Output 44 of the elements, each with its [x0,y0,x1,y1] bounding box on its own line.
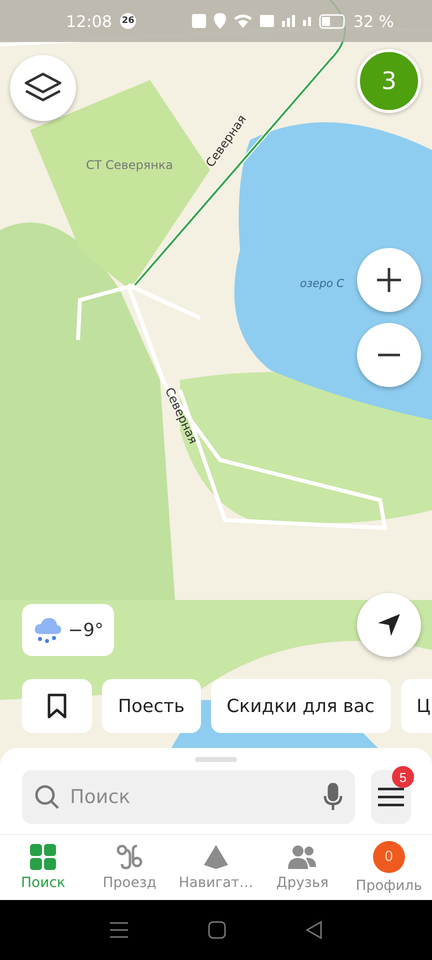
area-label: СТ Северянка [86,158,174,172]
temperature: −9° [68,620,104,640]
category-chip[interactable]: Ц [400,679,432,733]
sheet-handle[interactable] [195,757,237,762]
home-icon[interactable] [208,921,226,939]
notification-count: 26 [120,13,136,29]
search-input[interactable]: Поиск [68,785,315,809]
weather-widget[interactable]: −9° [22,604,114,656]
nav-tab[interactable]: Проезд [86,835,173,900]
search-icon [34,784,60,810]
notification-badge: 5 [392,766,414,788]
search-field[interactable]: Поиск [22,770,355,824]
plus-icon [376,267,402,293]
volte-icon [260,15,274,27]
category-chip[interactable]: Скидки для вас [210,679,391,733]
lake-label: озеро С [300,277,344,290]
battery-icon [319,14,346,28]
bookmarks-button[interactable] [22,679,92,733]
route-icon [116,844,144,870]
layers-icon [24,72,62,104]
back-icon[interactable] [306,921,322,939]
wifi-icon [234,13,252,29]
signal-icon [303,16,312,26]
menu-icon[interactable] [110,922,128,938]
location-pin-icon [214,13,226,29]
grid-icon [30,844,56,870]
nav-tab[interactable]: Поиск [0,835,86,900]
minus-icon [378,353,400,357]
profile-avatar: 0 [372,841,405,873]
nav-tab[interactable]: 0 Профиль [346,835,432,900]
nav-tab[interactable]: Друзья [259,835,346,900]
navigator-icon [203,844,230,870]
nfc-icon [192,14,206,28]
status-time: 12:08 [66,12,112,30]
menu-icon [378,787,404,807]
signal-icon [282,15,296,27]
snow-cloud-icon [34,616,62,644]
battery-percent: 32 % [353,12,394,30]
microphone-icon[interactable] [323,783,343,811]
category-chip[interactable]: Поесть [102,679,201,733]
bookmark-icon [47,693,67,719]
people-icon [287,844,318,870]
nav-tab[interactable]: Навигат… [172,835,260,900]
navigation-arrow-icon [377,613,401,637]
